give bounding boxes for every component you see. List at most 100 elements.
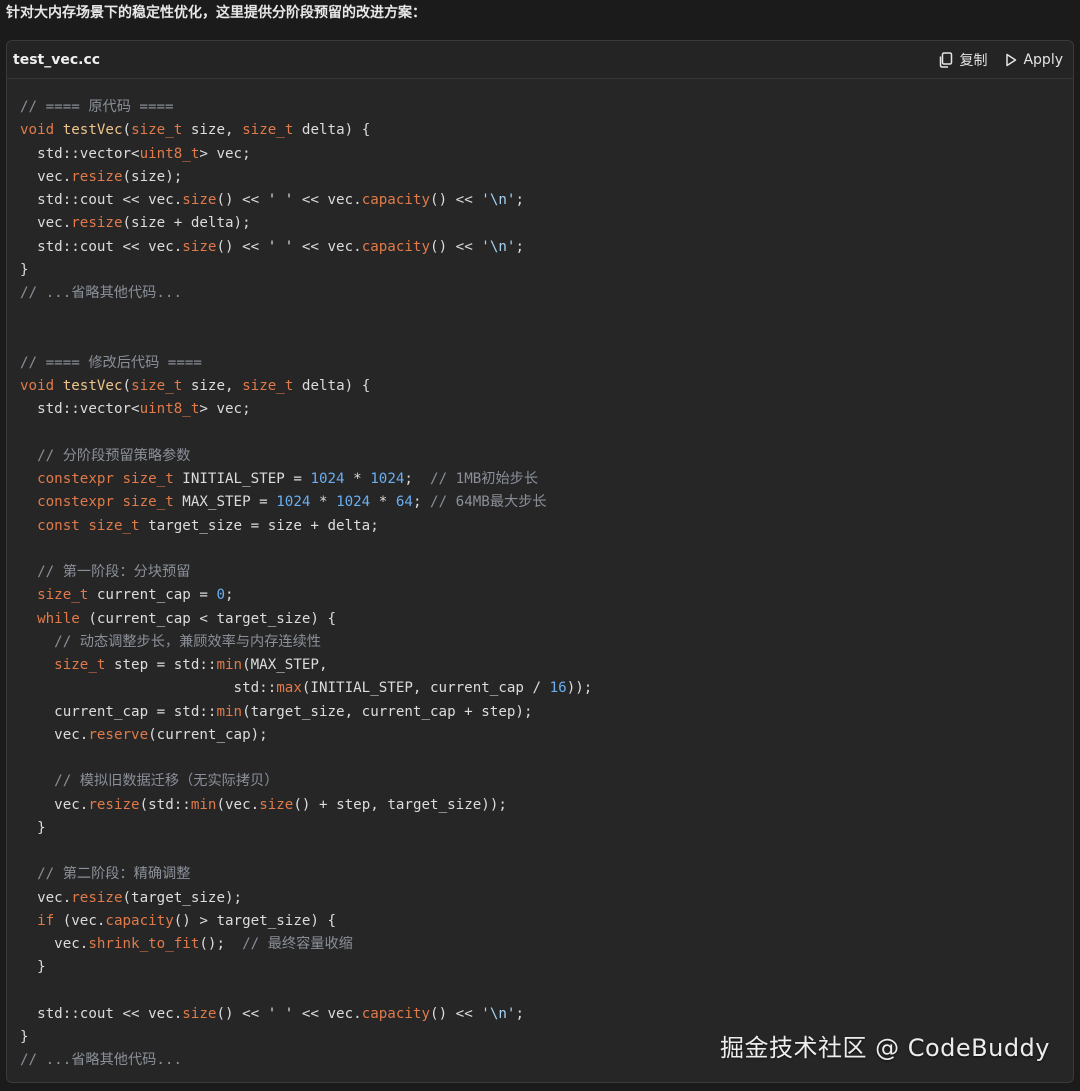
code-token-type: size_t (122, 471, 174, 487)
code-token-plain: (); (199, 936, 243, 952)
code-token-func: min (216, 657, 243, 673)
code-token-func: capacity (361, 192, 431, 208)
code-token-type: size_t (20, 587, 89, 604)
code-token-number: 1024 (276, 494, 311, 511)
code-token-plain: (current_cap < target_size) { (79, 610, 337, 627)
code-token-func: size (182, 238, 217, 255)
code-token-plain: * (344, 471, 371, 487)
code-block-header: test_vec.cc 复制 Apply (7, 41, 1073, 79)
code-token-plain: delta) { (293, 122, 371, 139)
code-content[interactable]: // ==== 原代码 ==== void testVec(size_t size… (20, 96, 1073, 1082)
code-line: // ...省略其他代码... (20, 282, 1073, 305)
code-token-plain: ; (404, 471, 431, 487)
code-token-comment: // 模拟旧数据迁移（无实际拷贝） (20, 773, 279, 790)
code-token-plain: (target_size, current_cap + step); (242, 703, 533, 720)
code-token-func: min (190, 796, 217, 813)
code-token-fname: testVec (62, 378, 123, 394)
code-line: vec.resize(size + delta); (20, 212, 1073, 235)
code-line: current_cap = std::min(target_size, curr… (20, 701, 1073, 724)
code-token-plain: ( (122, 122, 132, 139)
code-token-plain: )); (566, 680, 593, 697)
code-token-comment: // 1MB初始步长 (430, 471, 539, 487)
code-line: void testVec(size_t size, size_t delta) … (20, 375, 1073, 398)
code-token-plain: ; (515, 192, 524, 208)
code-line: std::cout << vec.size() << ' ' << vec.ca… (20, 189, 1073, 212)
code-line: constexpr size_t INITIAL_STEP = 1024 * 1… (20, 468, 1073, 491)
code-token-comment: // ...省略其他代码... (20, 1052, 182, 1069)
code-token-type: size_t (122, 494, 174, 511)
code-token-plain: INITIAL_STEP = (173, 471, 311, 487)
code-token-func: resize (71, 889, 123, 906)
code-token-plain: (INITIAL_STEP, current_cap / (301, 680, 550, 697)
code-token-plain: > vec; (199, 145, 251, 162)
code-token-plain: std::vector< (20, 401, 140, 418)
code-token-type: size_t (242, 122, 294, 139)
copy-icon (938, 52, 953, 68)
code-token-keyword: void (20, 378, 55, 394)
code-line: // 动态调整步长，兼顾效率与内存连续性 (20, 631, 1073, 654)
code-token-plain: std:: (20, 680, 277, 697)
code-line: vec.resize(std::min(vec.size() + step, t… (20, 794, 1073, 817)
code-token-plain: () + step, target_size)); (293, 796, 507, 813)
file-name: test_vec.cc (13, 52, 101, 68)
code-line: void testVec(size_t size, size_t delta) … (20, 119, 1073, 142)
code-line: std::cout << vec.size() << ' ' << vec.ca… (20, 236, 1073, 259)
code-token-func: capacity (105, 912, 174, 929)
code-token-func: reserve (88, 726, 149, 743)
code-token-plain: (std:: (139, 796, 191, 813)
code-token-plain: delta) { (293, 378, 371, 394)
copy-button[interactable]: 复制 (938, 50, 987, 70)
code-token-number: 64 (395, 494, 413, 511)
code-token-plain: vec. (20, 215, 72, 232)
code-token-plain: ; (515, 238, 524, 255)
code-line: const size_t target_size = size + delta; (20, 515, 1073, 538)
code-line: constexpr size_t MAX_STEP = 1024 * 1024 … (20, 491, 1073, 514)
code-token-comment: // 最终容量收缩 (242, 936, 353, 952)
code-token-plain: } (20, 959, 46, 976)
code-token-number: 1024 (336, 494, 371, 511)
code-token-plain: () << (430, 192, 482, 208)
code-token-plain: target_size = size + delta; (139, 517, 379, 534)
play-icon (1005, 53, 1017, 67)
code-line: vec.shrink_to_fit(); // 最终容量收缩 (20, 933, 1073, 956)
code-token-keyword: constexpr (20, 471, 114, 487)
code-token-plain: vec. (20, 726, 89, 743)
code-line: // 分阶段预留策略参数 (20, 445, 1073, 468)
code-token-type: uint8_t (139, 401, 200, 418)
code-token-string: '\n' (481, 192, 516, 208)
code-token-type: uint8_t (139, 145, 200, 162)
code-token-plain: ( (122, 378, 132, 394)
code-token-plain: () << ' ' << vec. (216, 192, 362, 208)
code-token-func: capacity (361, 1005, 431, 1022)
code-token-plain: > vec; (199, 401, 251, 418)
code-token-func: resize (88, 796, 140, 813)
code-token-plain: size, (182, 378, 243, 394)
apply-button[interactable]: Apply (1005, 52, 1063, 68)
code-block: test_vec.cc 复制 Apply // ==== 原代码 ==== vo… (6, 40, 1074, 1083)
code-token-type: size_t (131, 122, 183, 139)
code-line: // 模拟旧数据迁移（无实际拷贝） (20, 770, 1073, 793)
code-token-type: size_t (131, 378, 183, 394)
code-token-comment: // ==== 修改后代码 ==== (20, 354, 202, 371)
code-token-number: 16 (549, 680, 567, 697)
code-token-func: min (216, 703, 243, 720)
code-line: } (20, 956, 1073, 979)
code-line: if (vec.capacity() > target_size) { (20, 910, 1073, 933)
code-token-plain: } (20, 261, 29, 278)
code-token-plain: (vec. (54, 912, 106, 929)
apply-label: Apply (1023, 52, 1063, 68)
code-token-number: 0 (216, 587, 226, 604)
code-token-plain: (size); (122, 168, 183, 185)
code-line: std::max(INITIAL_STEP, current_cap / 16)… (20, 677, 1073, 700)
code-token-func: resize (71, 215, 123, 232)
code-token-plain: (size + delta); (122, 215, 251, 232)
code-token-plain: current_cap = (88, 587, 217, 604)
code-token-plain: () > target_size) { (173, 912, 337, 929)
code-line: vec.resize(target_size); (20, 887, 1073, 910)
